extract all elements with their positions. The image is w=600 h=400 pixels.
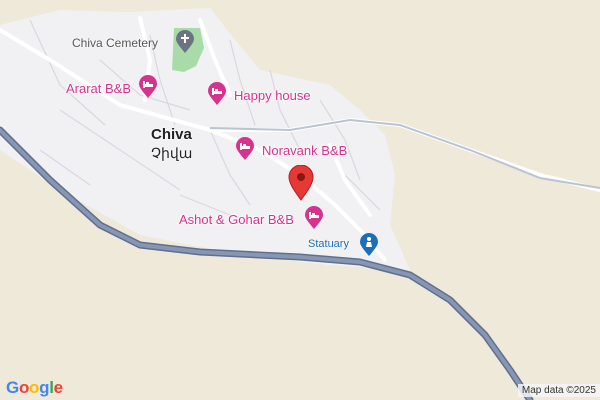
cemetery-label[interactable]: Chiva Cemetery [72,36,158,50]
town-native-name: Չիվա [151,145,193,161]
map-attribution[interactable]: Map data ©2025 [517,384,600,397]
poi-label-statuary[interactable]: Statuary [308,238,349,250]
map-canvas[interactable]: Chiva Cemetery Ararat B&B Happy house Ch… [0,0,600,400]
hotel-icon[interactable] [235,137,255,161]
cemetery-icon[interactable] [175,30,195,54]
hotel-icon[interactable] [138,75,158,99]
poi-label-happy-house[interactable]: Happy house [234,88,311,103]
poi-label-ashot-gohar[interactable]: Ashot & Gohar B&B [179,212,294,227]
poi-label-noravank[interactable]: Noravank B&B [262,143,347,158]
hotel-icon[interactable] [207,82,227,106]
google-logo: Google [6,378,63,397]
hotel-icon[interactable] [304,206,324,230]
statue-icon[interactable] [359,233,379,257]
town-name[interactable]: Chiva [151,126,192,143]
location-pin-icon[interactable] [287,165,315,201]
poi-label-ararat[interactable]: Ararat B&B [66,81,131,96]
